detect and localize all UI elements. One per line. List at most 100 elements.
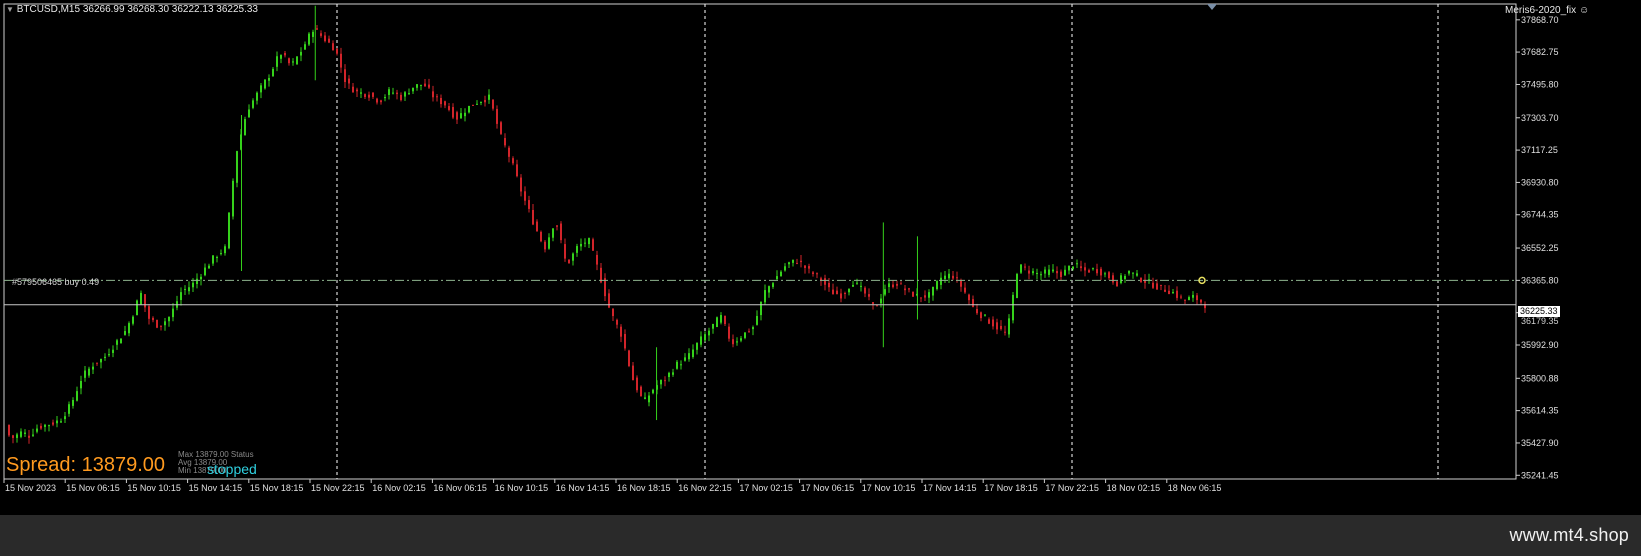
- chart-area[interactable]: 15 Nov 2023 15 Nov 06:15 15 Nov 10:15 15 No…: [0, 0, 1641, 515]
- candle-body: [148, 306, 150, 319]
- candle: [1028, 265, 1030, 280]
- candle: [188, 281, 190, 295]
- order-line-label[interactable]: #579506465 buy 0.49: [12, 277, 99, 287]
- candle-body: [984, 314, 986, 316]
- candle-body: [1164, 289, 1166, 292]
- candle-body: [32, 434, 34, 436]
- candle: [36, 424, 38, 434]
- candle: [864, 286, 866, 298]
- candle: [248, 104, 250, 118]
- candle-body: [220, 253, 222, 255]
- candle-body: [316, 28, 318, 30]
- candle: [804, 264, 806, 274]
- candle-body: [228, 212, 230, 249]
- y-tick-label-2: 37495.80: [1521, 79, 1559, 89]
- candle: [1140, 277, 1142, 284]
- x-tick-label-15: 17 Nov 14:15: [923, 483, 977, 493]
- candle: [452, 103, 454, 120]
- footer-bar: www.mt4.shop: [0, 515, 1641, 556]
- candle: [416, 84, 418, 91]
- candle-body: [1028, 270, 1030, 274]
- candle: [992, 316, 994, 330]
- candle-body: [492, 99, 494, 109]
- candle-body: [716, 317, 718, 328]
- candle-body: [1008, 318, 1010, 335]
- candle: [984, 313, 986, 317]
- candle: [812, 270, 814, 277]
- candle-body: [556, 225, 558, 227]
- candle-body: [324, 35, 326, 42]
- candle-body: [276, 56, 278, 67]
- candle: [116, 338, 118, 350]
- x-tick-label-3: 15 Nov 14:15: [189, 483, 243, 493]
- candle-body: [552, 228, 554, 238]
- candle: [936, 280, 938, 291]
- candle-body: [828, 282, 830, 288]
- candle-body: [336, 48, 338, 54]
- candle-body: [888, 283, 890, 288]
- candle-body: [560, 223, 562, 241]
- candle-body: [348, 78, 350, 84]
- candle-body: [344, 69, 346, 83]
- candle-body: [1064, 269, 1066, 276]
- chart-menu-arrow-icon[interactable]: ▼: [6, 5, 14, 14]
- candle: [704, 331, 706, 342]
- candle-body: [832, 289, 834, 295]
- candle-body: [808, 266, 810, 269]
- candle: [956, 271, 958, 283]
- candle: [328, 35, 330, 44]
- candle-body: [1020, 264, 1022, 273]
- candle-body: [576, 246, 578, 253]
- candle: [584, 238, 586, 248]
- candle: [1036, 268, 1038, 280]
- candle: [736, 337, 738, 346]
- candle-body: [948, 273, 950, 279]
- candle-body: [764, 290, 766, 303]
- candle: [552, 227, 554, 242]
- y-tick-label-1: 37682.75: [1521, 47, 1559, 57]
- candle-body: [668, 372, 670, 378]
- candle-body: [1192, 294, 1194, 298]
- candle: [628, 349, 630, 368]
- candle-body: [660, 379, 662, 385]
- candle: [824, 274, 826, 291]
- footer-site-link[interactable]: www.mt4.shop: [1510, 525, 1629, 546]
- candle: [68, 401, 70, 417]
- candle: [908, 287, 910, 293]
- candle-body: [504, 138, 506, 146]
- candle: [572, 252, 574, 266]
- candle-body: [280, 55, 282, 59]
- candle: [268, 74, 270, 87]
- candle: [808, 263, 810, 274]
- candle-body: [1200, 299, 1202, 303]
- candle: [616, 318, 618, 329]
- candle-body: [704, 334, 706, 341]
- candle-body: [880, 298, 882, 304]
- x-tick-label-19: 18 Nov 06:15: [1168, 483, 1222, 493]
- candle: [596, 250, 598, 271]
- candle-body: [672, 372, 674, 375]
- candle: [684, 353, 686, 362]
- candle-body: [308, 33, 310, 45]
- candle-body: [144, 294, 146, 308]
- price-chart[interactable]: 15 Nov 2023 15 Nov 06:15 15 Nov 10:15 15 No…: [0, 0, 1641, 515]
- candle-body: [1128, 270, 1130, 274]
- smiley-icon[interactable]: ☺: [1579, 5, 1589, 16]
- candle: [1128, 270, 1130, 276]
- candle-body: [12, 435, 14, 438]
- candle-body: [184, 289, 186, 291]
- candle: [1188, 295, 1190, 301]
- candle-body: [52, 422, 54, 425]
- candle: [52, 419, 54, 427]
- candle-body: [640, 386, 642, 397]
- candle: [76, 386, 78, 402]
- candle: [1120, 273, 1122, 285]
- candle: [660, 379, 662, 389]
- candle-body: [56, 420, 58, 424]
- candle: [568, 259, 570, 264]
- y-tick-label-13: 35427.90: [1521, 438, 1559, 448]
- candle: [700, 331, 702, 348]
- candle: [124, 325, 126, 336]
- x-tick-label-6: 16 Nov 02:15: [372, 483, 426, 493]
- candle: [1056, 266, 1058, 279]
